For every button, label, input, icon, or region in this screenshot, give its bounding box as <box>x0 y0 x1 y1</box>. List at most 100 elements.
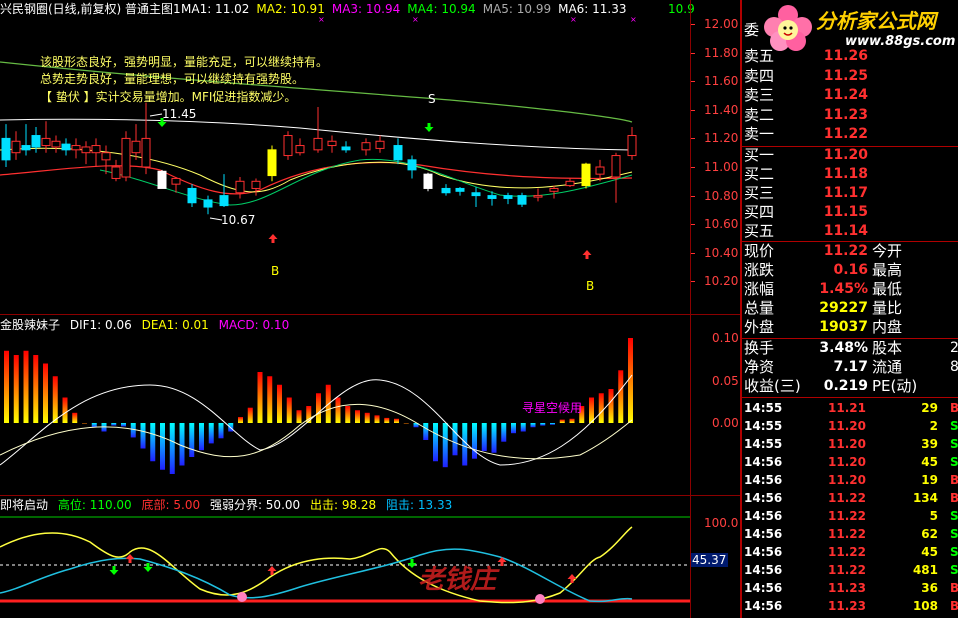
site-logo: 分析家公式网 www.88gs.com <box>760 3 958 53</box>
down-arrow-icon <box>424 123 434 132</box>
ma-label-1: MA1: 11.02 <box>181 2 250 16</box>
row-right-label: PE(动) <box>872 377 918 395</box>
macd-dif: DIF1: 0.06 <box>69 318 132 332</box>
stat-row: 总量 29227 量比 <box>742 299 958 318</box>
osc-boundary: 强弱分界: 50.00 <box>209 498 301 512</box>
candle-body <box>121 137 131 178</box>
macd-bar-negative <box>150 423 156 462</box>
macd-bar-positive <box>628 338 633 423</box>
macd-bar-negative <box>111 423 117 426</box>
macd-bar-positive <box>335 397 341 423</box>
osc-block: 阻击: 13.33 <box>386 498 453 512</box>
row-right-label: 今开 <box>872 242 903 260</box>
bid-row-3: 买三 11.17 <box>742 184 958 203</box>
macd-bar-negative <box>199 423 204 451</box>
candle-body <box>503 195 513 199</box>
row-label: 卖一 <box>744 125 775 143</box>
macd-bar-negative <box>511 423 516 434</box>
tick-price: 11.20 <box>828 473 866 487</box>
macd-bar-positive <box>618 370 624 423</box>
row-value: 3.48% <box>819 340 868 356</box>
row-value: 11.14 <box>823 223 868 239</box>
row-label: 卖三 <box>744 86 775 104</box>
row-label: 收益(三) <box>744 377 801 395</box>
macd-bar-negative <box>530 423 536 428</box>
candle-body <box>157 170 167 189</box>
main-header: 兴民钢圈(日线,前复权) 普通主图1 <box>0 2 181 16</box>
tick-price: 11.22 <box>828 545 866 559</box>
pink-marker-icon <box>535 594 545 604</box>
macd-bar-negative <box>169 423 175 474</box>
tick-price: 11.22 <box>828 509 866 523</box>
bid-row-2: 买二 11.18 <box>742 165 958 184</box>
row-label: 现价 <box>744 242 775 260</box>
macd-bar-negative <box>189 423 195 457</box>
tick-flag: S <box>950 563 958 577</box>
price-axis-label: 11.40 <box>704 102 739 117</box>
macd-bar-negative <box>218 423 224 439</box>
macd-pane[interactable]: 金股辣妹子 DIF1: 0.06 DEA1: 0.01 MACD: 0.10 寻… <box>0 315 690 495</box>
ticks-divider <box>742 397 958 398</box>
row-value: 11.25 <box>823 67 868 84</box>
oscillator-pane[interactable]: 即将启动 高位: 110.00 底部: 5.00 强弱分界: 50.00 出击:… <box>0 497 690 618</box>
candle-body <box>171 177 181 185</box>
candle-body <box>111 166 121 179</box>
ma-label-5: MA5: 10.99 <box>482 2 552 16</box>
row-label: 买四 <box>744 203 775 221</box>
tick-volume: 481 <box>912 563 938 577</box>
candle-body <box>61 143 71 151</box>
osc-slow-line <box>0 548 633 603</box>
logo-url: www.88gs.com <box>845 34 956 49</box>
macd-bar-negative <box>491 423 497 453</box>
tick-row: 14:56 11.20 45 S <box>742 453 958 471</box>
osc-exit: 出击: 98.28 <box>309 498 377 512</box>
tick-volume: 36 <box>921 581 938 595</box>
bid-row-1: 买一 11.20 <box>742 146 958 165</box>
row-value: 11.22 <box>823 243 868 259</box>
macd-axis: 0.10 0.05 0.00 <box>690 315 740 495</box>
macd-bar-negative <box>481 423 487 452</box>
row-label: 外盘 <box>744 318 775 336</box>
candle-body <box>141 137 151 168</box>
candle-body <box>11 140 21 154</box>
tick-flag: S <box>950 527 958 541</box>
row-value: 11.22 <box>823 126 868 142</box>
ask-row-4: 卖四 11.25 <box>742 67 958 86</box>
macd-bar-positive <box>267 376 273 423</box>
stat-row: 现价 11.22 今开 <box>742 242 958 261</box>
tick-row: 14:56 11.22 134 B <box>742 489 958 507</box>
candle-body <box>375 140 385 149</box>
candle-body <box>423 173 433 189</box>
ma-cross-mark: × <box>570 15 577 24</box>
macd-axis-2: 0.00 <box>712 416 739 430</box>
tick-flag: S <box>950 419 958 433</box>
macd-bar-positive <box>4 350 9 423</box>
high-marker-line <box>149 113 163 117</box>
row-value: 0.16 <box>833 262 868 278</box>
price-axis: 12.00 11.80 11.60 11.40 11.20 11.00 10.80 10.60… <box>690 0 740 313</box>
osc-bottom: 底部: 5.00 <box>141 498 201 512</box>
macd-bar-positive <box>257 372 263 423</box>
tick-price: 11.23 <box>828 599 866 613</box>
osc-fast-line <box>0 526 633 604</box>
ma-label-4: MA4: 10.94 <box>407 2 476 16</box>
row-label: 卖二 <box>744 105 775 124</box>
candle-body <box>441 187 451 194</box>
row-value: 11.15 <box>823 204 868 220</box>
osc-current-badge: 45.37 <box>690 553 728 567</box>
candle-body <box>313 137 323 151</box>
bid-row-4: 买四 11.15 <box>742 203 958 222</box>
candle-body <box>471 192 481 197</box>
main-chart[interactable]: × × × × 兴民钢圈(日线,前复权) 普通主图1 MA1: 11.02 MA2: 1… <box>0 0 695 313</box>
chart-title: 兴民钢圈(日线,前复权) 普通主图1 <box>0 2 181 16</box>
tick-time: 14:55 <box>744 401 783 415</box>
row-label: 委 <box>744 21 760 39</box>
macd-bar-positive <box>286 397 292 423</box>
price-axis-label: 10.40 <box>704 245 739 260</box>
macd-bar-negative <box>520 423 526 432</box>
candle-body <box>267 149 277 177</box>
candle-body <box>565 180 575 187</box>
macd-bar-negative <box>179 423 185 466</box>
macd-bar-positive <box>316 393 321 423</box>
fund-row: 净资 7.17 流通 8 <box>742 358 958 377</box>
